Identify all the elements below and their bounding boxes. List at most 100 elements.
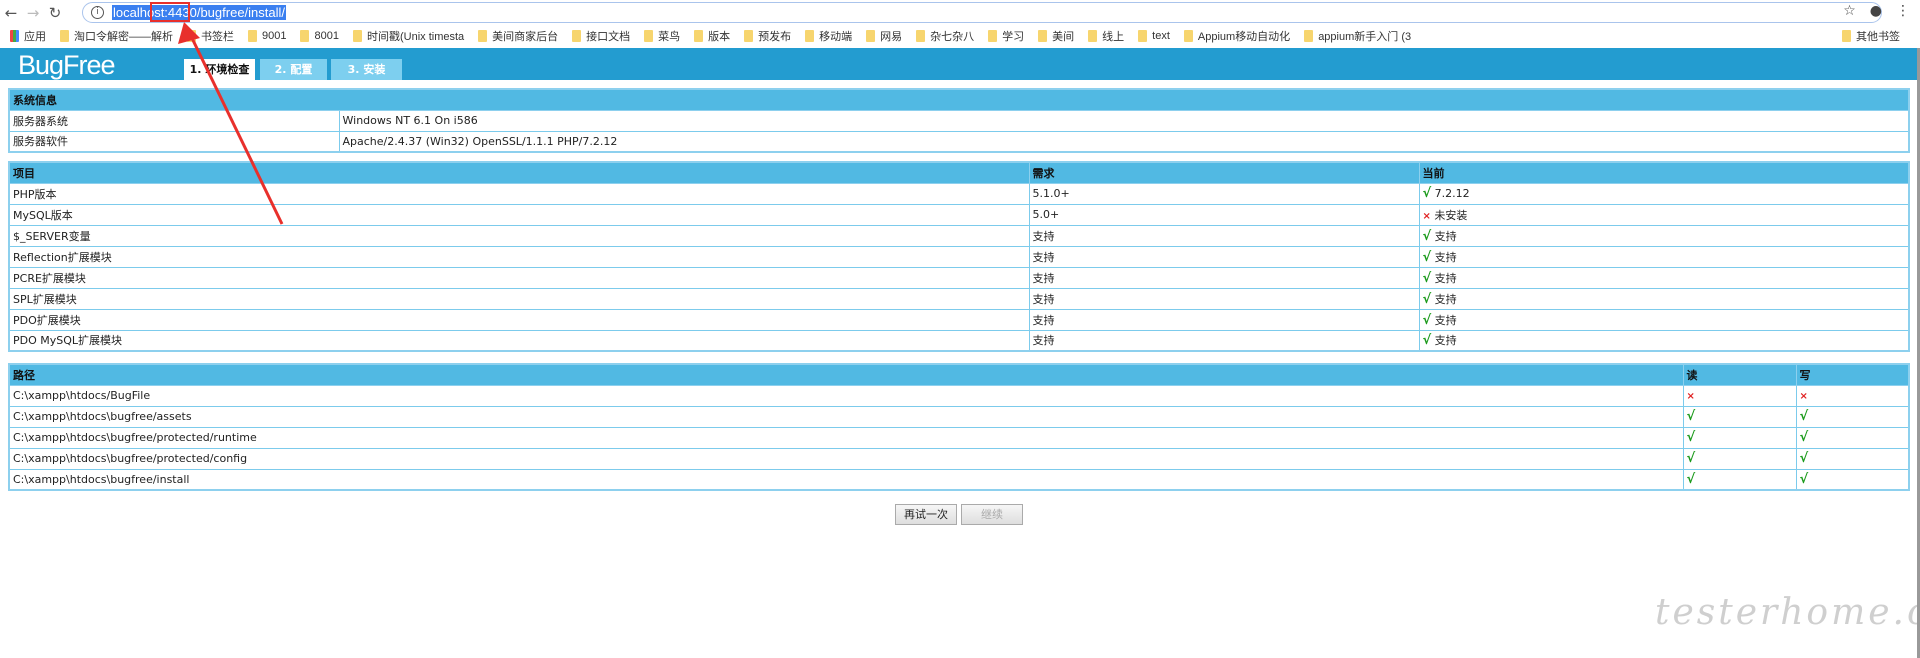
bookmark-label: appium新手入门 (3: [1318, 31, 1412, 43]
other-bookmarks[interactable]: 其他书签: [1842, 28, 1900, 44]
label: 服务器软件: [8, 130, 340, 153]
bookmark-label: 美间商家后台: [492, 31, 559, 43]
bookmark-item[interactable]: 8001: [300, 30, 339, 42]
menu-icon[interactable]: ⋮: [1896, 3, 1910, 19]
bookmark-item[interactable]: 书签栏: [187, 28, 234, 44]
folder-icon: [988, 30, 998, 42]
need: 5.0+: [1028, 203, 1420, 226]
reload-icon[interactable]: ↻: [44, 4, 66, 22]
bookmark-label: 美间: [1052, 31, 1075, 43]
current: √ 支持: [1418, 245, 1910, 268]
read-status: ×: [1682, 384, 1797, 407]
bookmark-item[interactable]: 美间商家后台: [478, 28, 558, 44]
current-value: 支持: [1434, 250, 1457, 264]
check-icon: √: [1686, 471, 1696, 487]
bookmark-item[interactable]: text: [1138, 30, 1170, 42]
info-icon[interactable]: i: [91, 6, 104, 19]
read-status: √: [1682, 447, 1797, 470]
current-value: 支持: [1434, 292, 1457, 306]
bookmark-item[interactable]: Appium移动自动化: [1183, 28, 1290, 44]
check-icon: √: [1799, 471, 1809, 487]
check-icon: √: [1422, 228, 1432, 244]
read-status: √: [1682, 468, 1797, 491]
bookmark-label: 其他书签: [1856, 31, 1900, 43]
current-value: 支持: [1434, 271, 1457, 285]
item: PCRE扩展模块: [8, 266, 1030, 289]
check-icon: √: [1422, 270, 1432, 286]
check-icon: √: [1799, 430, 1809, 445]
back-icon[interactable]: ←: [0, 4, 22, 22]
table-row: SPL扩展模块 支持 √ 支持: [8, 287, 1910, 310]
table-row: C:\xampp\htdocs\bugfree/protected/runtim…: [8, 426, 1910, 449]
check-icon: √: [1799, 451, 1809, 466]
bookmark-item[interactable]: 版本: [694, 28, 730, 44]
table-row: PDO MySQL扩展模块 支持 √ 支持: [8, 329, 1910, 352]
bookmark-label: 9001: [262, 30, 287, 42]
folder-icon: [744, 30, 754, 42]
paths-table: 路径读写 C:\xampp\htdocs/BugFile × × C:\xampp\h…: [8, 363, 1910, 491]
sysinfo-title: 系统信息: [8, 88, 1910, 111]
item: PDO扩展模块: [8, 308, 1030, 331]
item: SPL扩展模块: [8, 287, 1030, 310]
current: √ 支持: [1418, 224, 1910, 247]
bookmark-item[interactable]: 学习: [988, 28, 1024, 44]
path: C:\xampp\htdocs\bugfree/install: [8, 468, 1684, 491]
current: √ 支持: [1418, 329, 1910, 352]
folder-icon: [352, 30, 362, 42]
bookmark-item[interactable]: 接口文档: [572, 28, 630, 44]
col-need: 需求: [1028, 161, 1420, 184]
check-icon: √: [1686, 409, 1696, 424]
bookmark-label: 预发布: [758, 31, 792, 43]
bookmark-item[interactable]: 网易: [866, 28, 902, 44]
folder-icon: [805, 30, 815, 42]
folder-icon: [1038, 30, 1048, 42]
profile-icon[interactable]: ●: [1870, 3, 1882, 19]
cross-icon: ×: [1686, 391, 1695, 402]
value: Apache/2.4.37 (Win32) OpenSSL/1.1.1 PHP/…: [338, 130, 1910, 153]
bookmark-item[interactable]: appium新手入门 (3: [1304, 28, 1411, 44]
folder-icon: [10, 30, 19, 42]
write-status: ×: [1795, 384, 1910, 407]
bookmark-item[interactable]: 预发布: [744, 28, 791, 44]
continue-button[interactable]: 继续: [961, 504, 1023, 525]
table-row: $_SERVER变量 支持 √ 支持: [8, 224, 1910, 247]
check-icon: √: [1686, 430, 1696, 445]
table-row: PHP版本 5.1.0+ √ 7.2.12: [8, 182, 1910, 205]
bookmark-label: 菜鸟: [658, 31, 681, 43]
bookmark-item[interactable]: 移动端: [805, 28, 852, 44]
bookmark-item[interactable]: 应用: [10, 28, 46, 44]
folder-icon: [478, 30, 488, 42]
bookmark-label: 淘口令解密——解析: [74, 31, 173, 43]
bookmark-item[interactable]: 淘口令解密——解析: [60, 28, 173, 44]
bugfree-logo: BugFree: [18, 50, 116, 80]
address-bar[interactable]: i localhost:4430/bugfree/install/: [82, 2, 1882, 23]
bookmark-item[interactable]: 美间: [1038, 28, 1074, 44]
folder-icon: [1183, 30, 1193, 42]
label: 服务器系统: [8, 109, 340, 132]
sysinfo-table: 系统信息 服务器系统 Windows NT 6.1 On i586 服务器软件 Ap…: [8, 88, 1910, 153]
table-row: C:\xampp\htdocs\bugfree/assets √ √: [8, 405, 1910, 428]
bookmark-label: 杂七杂八: [930, 31, 975, 43]
need: 支持: [1028, 308, 1420, 331]
bookmark-item[interactable]: 时间戳(Unix timesta: [352, 28, 464, 44]
bookmark-item[interactable]: 菜鸟: [644, 28, 680, 44]
retry-button[interactable]: 再试一次: [895, 504, 957, 525]
need: 支持: [1028, 287, 1420, 310]
tab-install[interactable]: 3. 安装: [331, 59, 402, 80]
bookmark-label: 版本: [708, 31, 731, 43]
need: 支持: [1028, 329, 1420, 352]
write-status: √: [1795, 447, 1910, 470]
bookmark-item[interactable]: 9001: [248, 30, 286, 42]
folder-icon: [1842, 30, 1851, 42]
star-icon[interactable]: ☆: [1843, 3, 1856, 19]
url-text[interactable]: localhost:4430/bugfree/install/: [112, 5, 287, 20]
folder-icon: [60, 30, 69, 42]
bookmark-item[interactable]: 线上: [1088, 28, 1124, 44]
current: √ 支持: [1418, 287, 1910, 310]
tab-env-check[interactable]: 1. 环境检查: [184, 59, 255, 80]
tab-config[interactable]: 2. 配置: [260, 59, 327, 80]
annotation-box: [150, 2, 190, 22]
bookmark-item[interactable]: 杂七杂八: [916, 28, 974, 44]
check-icon: √: [1422, 333, 1432, 349]
forward-icon[interactable]: →: [22, 4, 44, 22]
